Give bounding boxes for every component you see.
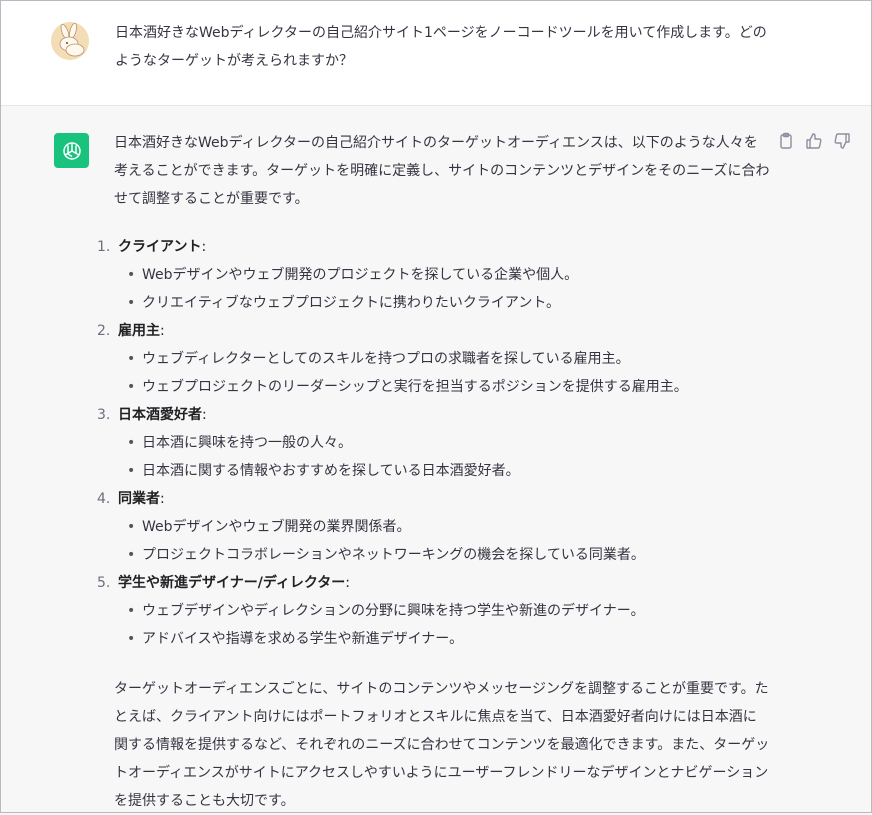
list-item-number: 1. [97,239,111,255]
bullet-item: クリエイティブなウェブプロジェクトに携わりたいクライアント。 [114,289,774,317]
assistant-message-content: 日本酒好きなWebディレクターの自己紹介サイトのターゲットオーディエンスは、以下… [97,129,774,815]
list-item-heading: 学生や新進デザイナー/ディレクター [118,575,346,591]
assistant-intro-paragraph: 日本酒好きなWebディレクターの自己紹介サイトのターゲットオーディエンスは、以下… [114,135,770,207]
list-item: 5. 学生や新進デザイナー/ディレクター: ウェブデザインやディレクションの分野に興… [97,569,774,653]
bullet-item: Webデザインやウェブ開発の業界関係者。 [114,513,774,541]
assistant-avatar [54,133,89,168]
list-item-number: 2. [97,323,111,339]
bullet-list: Webデザインやウェブ開発の業界関係者。プロジェクトコラボレーションやネットワー… [114,513,774,569]
bullet-item: ウェブプロジェクトのリーダーシップと実行を担当するポジションを提供する雇用主。 [114,373,774,401]
rabbit-avatar-icon [51,22,89,60]
list-item-title: 5. 学生や新進デザイナー/ディレクター: [97,569,774,597]
list-item-number: 4. [97,491,111,507]
list-item-colon: : [202,407,207,423]
user-avatar [51,22,89,60]
list-item-heading: クライアント [118,239,202,255]
bullet-list: Webデザインやウェブ開発のプロジェクトを探している企業や個人。クリエイティブな… [114,261,774,317]
list-item-title: 1. クライアント: [97,233,774,261]
bullet-list: ウェブデザインやディレクションの分野に興味を持つ学生や新進のデザイナー。アドバイ… [114,597,774,653]
list-item-number: 5. [97,575,111,591]
copy-button[interactable] [777,132,795,150]
list-item: 3. 日本酒愛好者: 日本酒に興味を持つ一般の人々。日本酒に関する情報やおすすめを探… [97,401,774,485]
list-item: 4. 同業者: Webデザインやウェブ開発の業界関係者。プロジェクトコラボレーション… [97,485,774,569]
bullet-item: Webデザインやウェブ開発のプロジェクトを探している企業や個人。 [114,261,774,289]
list-item-heading: 同業者 [118,491,160,507]
list-item-heading: 雇用主 [118,323,160,339]
list-item-number: 3. [97,407,111,423]
message-actions [777,132,851,150]
user-message-row: 日本酒好きなWebディレクターの自己紹介サイト1ページをノーコードツールを用いて… [1,1,871,106]
list-item-colon: : [160,323,165,339]
list-item: 2. 雇用主: ウェブディレクターとしてのスキルを持つプロの求職者を探している雇用主… [97,317,774,401]
list-item-title: 4. 同業者: [97,485,774,513]
list-item: 1. クライアント: Webデザインやウェブ開発のプロジェクトを探している企業や個人… [97,233,774,317]
assistant-message-row: 日本酒好きなWebディレクターの自己紹介サイトのターゲットオーディエンスは、以下… [1,106,871,812]
clipboard-icon [780,132,792,149]
bullet-list: 日本酒に興味を持つ一般の人々。日本酒に関する情報やおすすめを探している日本酒愛好… [114,429,774,485]
list-item-title: 3. 日本酒愛好者: [97,401,774,429]
list-item-colon: : [201,239,207,255]
list-item-title: 2. 雇用主: [97,317,774,345]
bullet-item: ウェブデザインやディレクションの分野に興味を持つ学生や新進のデザイナー。 [114,597,774,625]
thumbs-up-button[interactable] [805,132,823,150]
thumbs-down-icon [834,133,850,149]
list-item-colon: : [160,491,165,507]
target-audience-list: 1. クライアント: Webデザインやウェブ開発のプロジェクトを探している企業や個人… [97,233,774,653]
bullet-item: 日本酒に関する情報やおすすめを探している日本酒愛好者。 [114,457,774,485]
bullet-list: ウェブディレクターとしてのスキルを持つプロの求職者を探している雇用主。ウェブプロ… [114,345,774,401]
bullet-item: プロジェクトコラボレーションやネットワーキングの機会を探している同業者。 [114,541,774,569]
list-item-heading: 日本酒愛好者 [118,407,202,423]
thumbs-down-button[interactable] [833,132,851,150]
thumbs-up-icon [806,133,822,149]
bullet-item: アドバイスや指導を求める学生や新進デザイナー。 [114,625,774,653]
bullet-item: 日本酒に興味を持つ一般の人々。 [114,429,774,457]
assistant-outro-paragraph: ターゲットオーディエンスごとに、サイトのコンテンツやメッセージングを調整すること… [114,681,770,809]
list-item-colon: : [345,575,351,591]
openai-logo-icon [62,141,81,160]
bullet-item: ウェブディレクターとしてのスキルを持つプロの求職者を探している雇用主。 [114,345,774,373]
user-message-text: 日本酒好きなWebディレクターの自己紹介サイト1ページをノーコードツールを用いて… [115,25,767,69]
